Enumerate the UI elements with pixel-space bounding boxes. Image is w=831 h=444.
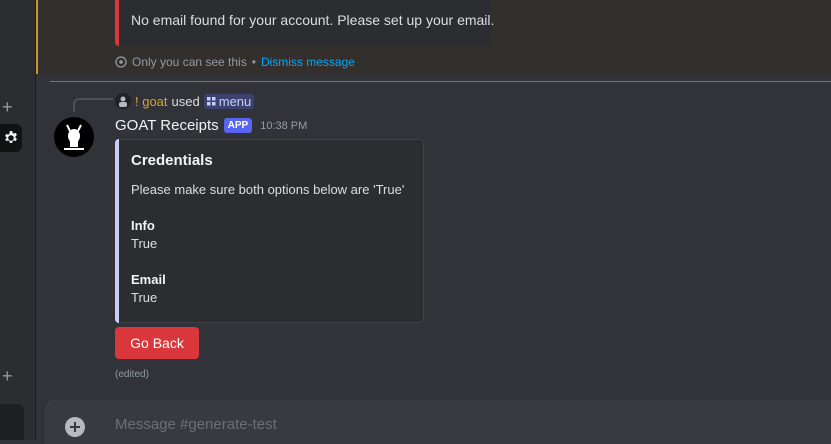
message-timestamp[interactable]: 10:38 PM	[260, 120, 307, 132]
field-value-info: True	[131, 236, 158, 251]
reply-spine	[73, 98, 113, 112]
bot-name[interactable]: GOAT Receipts	[115, 117, 219, 134]
visibility-note: Only you can see this	[132, 55, 247, 69]
embed-accent	[115, 0, 119, 46]
ephemeral-message: No email found for your account. Please …	[36, 0, 831, 74]
command-usage-line: ! goat used menu	[115, 93, 255, 109]
plus-icon[interactable]: +	[2, 367, 16, 385]
ephemeral-highlight-bar	[36, 0, 38, 74]
embed-title: Credentials	[131, 152, 213, 169]
embed-accent	[115, 139, 119, 323]
ephemeral-embed-text: No email found for your account. Please …	[131, 12, 495, 28]
slash-command-icon	[206, 96, 216, 105]
message-composer	[45, 400, 831, 444]
command-used-text: used	[171, 93, 200, 109]
command-chip[interactable]: menu	[203, 93, 255, 109]
command-user-name[interactable]: ! goat	[135, 94, 168, 109]
embed-description: Please make sure both options below are …	[131, 182, 405, 197]
eye-icon	[115, 56, 127, 68]
edited-label: (edited)	[115, 369, 149, 380]
dismiss-message-link[interactable]: Dismiss message	[261, 55, 355, 69]
field-name-email: Email	[131, 272, 166, 287]
avatar[interactable]	[115, 93, 131, 109]
bot-avatar[interactable]	[54, 117, 94, 157]
message-header: GOAT Receipts APP 10:38 PM	[115, 117, 307, 134]
note-separator: •	[251, 55, 256, 69]
gear-icon[interactable]	[0, 404, 24, 440]
plus-icon[interactable]: +	[2, 98, 16, 116]
new-messages-divider	[50, 81, 831, 82]
credentials-embed: Credentials Please make sure both option…	[115, 139, 424, 323]
gear-icon[interactable]	[0, 124, 22, 152]
go-back-button[interactable]: Go Back	[115, 327, 199, 359]
ephemeral-note: Only you can see this • Dismiss message	[115, 55, 355, 69]
field-name-info: Info	[131, 218, 155, 233]
field-value-email: True	[131, 290, 158, 305]
server-sidebar: + +	[0, 0, 36, 440]
ephemeral-embed: No email found for your account. Please …	[115, 0, 495, 46]
command-name: menu	[218, 93, 252, 109]
message-input[interactable]	[115, 416, 765, 433]
add-attachment-icon[interactable]	[65, 417, 85, 437]
app-badge: APP	[223, 118, 253, 133]
